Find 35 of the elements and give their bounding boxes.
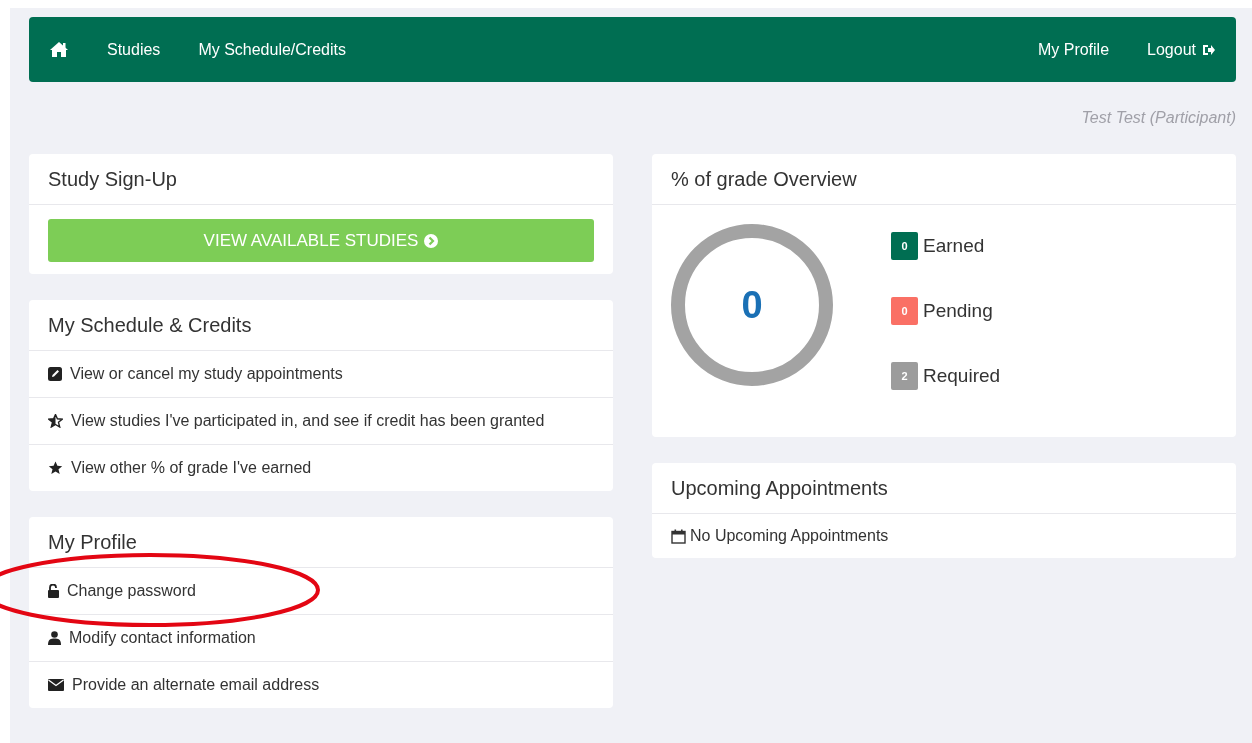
nav-link[interactable]: My Profile — [1037, 40, 1110, 59]
edit-icon — [48, 367, 62, 381]
unlocked-padlock-icon — [48, 584, 59, 598]
menu-link[interactable]: View or cancel my study appointments — [48, 365, 343, 383]
card-title: My Schedule & Credits — [48, 314, 253, 337]
empty-message: No Upcoming Appointments — [690, 527, 889, 545]
chevron-circle-icon — [424, 233, 439, 248]
card-title: % of grade Overview — [671, 168, 858, 191]
logout-icon — [1202, 43, 1215, 56]
card-title: My Profile — [48, 531, 138, 554]
count-badge: 0 — [891, 232, 918, 260]
menu-link[interactable]: Modify contact information — [48, 629, 256, 647]
envelope-icon — [48, 679, 64, 691]
menu-link[interactable]: View studies I've participated in, and see if credit has been granted — [48, 412, 545, 430]
count-badge: 0 — [891, 297, 918, 325]
half-star-icon — [48, 414, 63, 428]
menu-link[interactable]: Change password — [48, 582, 196, 600]
card-title: Study Sign-Up — [48, 168, 178, 191]
home-icon — [49, 41, 69, 58]
user-name: Test Test (Participant) — [1081, 109, 1236, 127]
nav-link[interactable]: Studies — [107, 40, 161, 59]
home-link[interactable] — [49, 41, 69, 58]
legend-label: Required — [923, 365, 1001, 387]
nav-link[interactable]: My Schedule/Credits — [198, 40, 346, 59]
legend-label: Earned — [923, 235, 985, 257]
total-value: 0 — [741, 283, 763, 327]
calendar-icon — [671, 528, 686, 544]
count-badge: 2 — [891, 362, 918, 390]
card-title: Upcoming Appointments — [671, 477, 889, 500]
user-icon — [48, 631, 61, 645]
menu-link[interactable]: Provide an alternate email address — [48, 676, 320, 694]
menu-link[interactable]: View other % of grade I've earned — [48, 459, 312, 477]
logout-link[interactable]: Logout — [1147, 40, 1215, 59]
star-icon — [48, 461, 63, 475]
legend-label: Pending — [923, 300, 993, 322]
